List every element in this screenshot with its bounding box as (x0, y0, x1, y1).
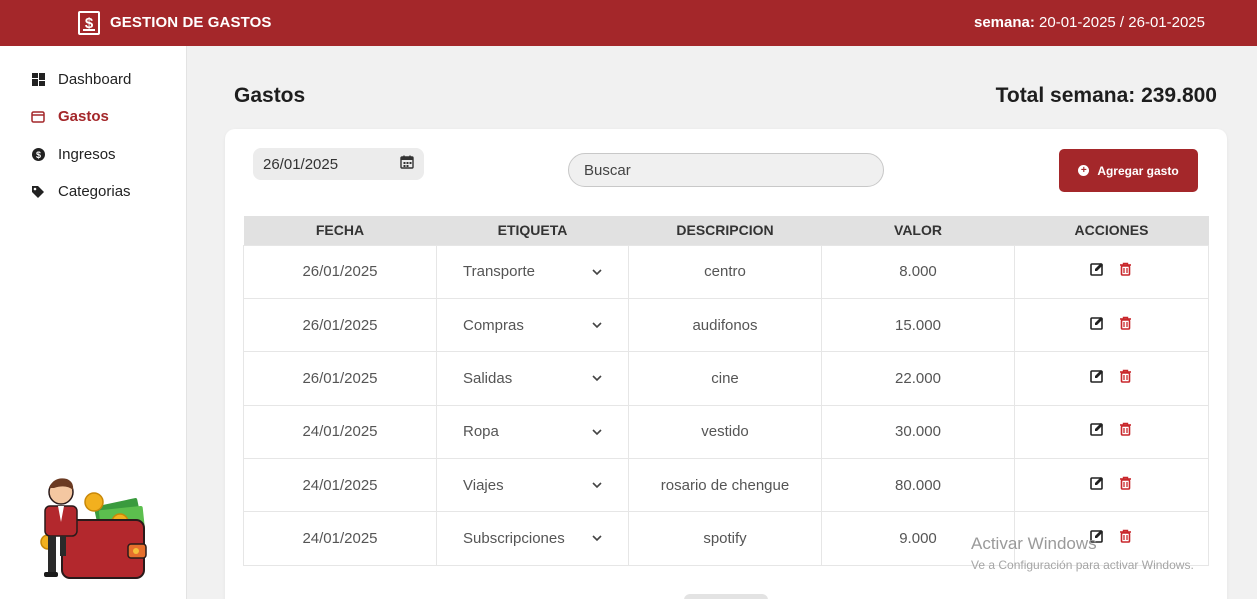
cell-valor: 8.000 (821, 244, 1015, 299)
sidebar-item-label: Categorias (58, 183, 131, 200)
top-bar: $ GESTION DE GASTOS semana: 20-01-2025 /… (0, 0, 1257, 46)
edit-icon[interactable] (1089, 476, 1105, 491)
etiqueta-value: Ropa (463, 423, 499, 441)
table-row: 24/01/2025 Viajes rosario de chengue 80.000 (243, 458, 1209, 513)
delete-icon[interactable] (1119, 316, 1134, 331)
cell-descripcion: spotify (628, 511, 822, 566)
date-picker[interactable]: 26/01/2025 (253, 148, 424, 180)
delete-icon[interactable] (1119, 369, 1134, 384)
etiqueta-value: Transporte (463, 263, 535, 281)
delete-icon[interactable] (1119, 422, 1134, 437)
etiqueta-value: Compras (463, 316, 524, 334)
dollar-circle-icon: $ (30, 147, 46, 163)
week-dates: 20-01-2025 / 26-01-2025 (1039, 14, 1205, 31)
cell-acciones (1014, 404, 1209, 460)
svg-text:$: $ (35, 150, 40, 160)
table-header-row: FECHA ETIQUETA DESCRIPCION VALOR ACCIONE… (243, 216, 1209, 245)
cell-fecha: 26/01/2025 (243, 244, 437, 299)
cell-fecha: 24/01/2025 (243, 458, 437, 513)
edit-icon[interactable] (1089, 369, 1105, 384)
cell-descripcion: vestido (628, 404, 822, 460)
delete-icon[interactable] (1119, 476, 1134, 491)
sidebar-item-label: Gastos (58, 108, 109, 125)
etiqueta-value: Viajes (463, 476, 504, 494)
delete-icon[interactable] (1119, 262, 1134, 277)
cell-acciones (1014, 458, 1209, 513)
table-row: 26/01/2025 Salidas cine 22.000 (243, 351, 1209, 406)
chevron-down-icon (592, 482, 602, 489)
tag-icon (30, 184, 46, 200)
calendar-icon[interactable] (400, 155, 414, 171)
etiqueta-select[interactable]: Salidas (436, 351, 629, 406)
sidebar-item-label: Dashboard (58, 71, 132, 88)
column-header-descripcion: DESCRIPCION (628, 216, 822, 245)
os-activation-watermark: Activar Windows (971, 534, 1097, 553)
cell-fecha: 24/01/2025 (243, 404, 437, 460)
chevron-down-icon (592, 322, 602, 329)
cell-acciones (1014, 244, 1209, 299)
chevron-down-icon (592, 535, 602, 542)
cell-descripcion: centro (628, 244, 822, 299)
add-expense-label: Agregar gasto (1097, 163, 1179, 178)
dollar-logo-icon: $ (78, 11, 100, 35)
table-row: 26/01/2025 Compras audifonos 15.000 (243, 297, 1209, 353)
add-expense-button[interactable]: + Agregar gasto (1059, 149, 1198, 192)
etiqueta-select[interactable]: Transporte (436, 244, 629, 299)
edit-icon[interactable] (1089, 316, 1105, 331)
etiqueta-select[interactable]: Viajes (436, 458, 629, 513)
wallet-icon (30, 109, 46, 125)
app-title: GESTION DE GASTOS (110, 14, 272, 31)
week-range: semana: 20-01-2025 / 26-01-2025 (974, 14, 1205, 31)
sidebar: Dashboard Gastos $ Ingresos Categorias (0, 46, 187, 599)
week-label: semana: (973, 14, 1035, 31)
cell-descripcion: cine (628, 351, 822, 406)
mascot-illustration (40, 478, 147, 579)
cell-fecha: 26/01/2025 (243, 297, 437, 353)
cell-valor: 30.000 (821, 404, 1015, 460)
expenses-card: 26/01/2025 + Agregar gasto FECHA ETIQUET… (225, 129, 1227, 599)
sidebar-item-gastos[interactable]: Gastos (30, 108, 109, 125)
table-row: 24/01/2025 Ropa vestido 30.000 (243, 404, 1209, 460)
cell-acciones (1014, 351, 1209, 406)
grid-icon (30, 72, 46, 88)
os-activation-hint: Ve a Configuración para activar Windows. (971, 558, 1194, 572)
column-header-etiqueta: ETIQUETA (436, 216, 629, 245)
sidebar-item-label: Ingresos (58, 146, 116, 163)
column-header-acciones: ACCIONES (1014, 216, 1209, 245)
cell-fecha: 24/01/2025 (243, 511, 437, 566)
cell-valor: 22.000 (821, 351, 1015, 406)
date-value: 26/01/2025 (263, 155, 339, 173)
expenses-table: FECHA ETIQUETA DESCRIPCION VALOR ACCIONE… (243, 216, 1209, 566)
etiqueta-select[interactable]: Ropa (436, 404, 629, 460)
pagination-bar[interactable] (684, 594, 768, 599)
cell-valor: 15.000 (821, 297, 1015, 353)
cell-acciones (1014, 297, 1209, 353)
plus-circle-icon: + (1078, 165, 1090, 176)
etiqueta-value: Salidas (463, 369, 513, 387)
column-header-fecha: FECHA (243, 216, 437, 245)
sidebar-item-ingresos[interactable]: $ Ingresos (30, 146, 116, 163)
column-header-valor: VALOR (821, 216, 1015, 245)
search-input[interactable] (568, 153, 884, 187)
etiqueta-value: Subscripciones (463, 530, 565, 548)
chevron-down-icon (592, 375, 602, 382)
weekly-total: Total semana: 239.800 (995, 84, 1217, 107)
edit-icon[interactable] (1089, 262, 1105, 277)
page-title: Gastos (234, 84, 306, 107)
table-row: 26/01/2025 Transporte centro 8.000 (243, 244, 1209, 299)
chevron-down-icon (592, 429, 602, 435)
sidebar-item-dashboard[interactable]: Dashboard (30, 71, 131, 88)
sidebar-item-categorias[interactable]: Categorias (30, 183, 131, 200)
cell-descripcion: audifonos (628, 297, 822, 353)
etiqueta-select[interactable]: Compras (436, 297, 629, 353)
cell-valor: 80.000 (821, 458, 1015, 513)
delete-icon[interactable] (1119, 529, 1134, 544)
cell-descripcion: rosario de chengue (628, 458, 822, 513)
edit-icon[interactable] (1089, 422, 1105, 437)
chevron-down-icon (592, 268, 602, 275)
cell-fecha: 26/01/2025 (243, 351, 437, 406)
etiqueta-select[interactable]: Subscripciones (436, 511, 629, 566)
